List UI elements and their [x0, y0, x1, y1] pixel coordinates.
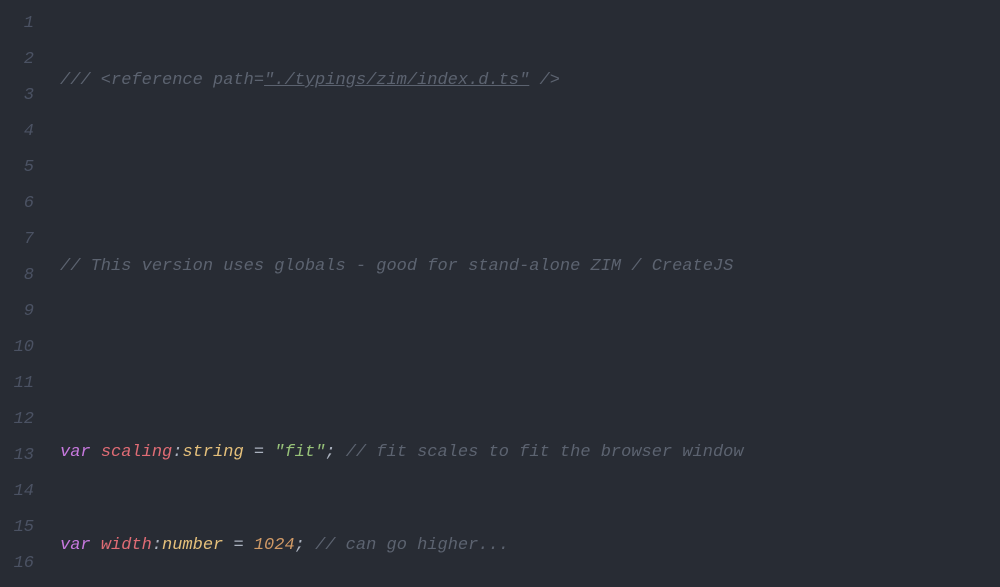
line-number: 13: [0, 438, 46, 474]
line-number: 15: [0, 510, 46, 546]
line-number: 4: [0, 114, 46, 150]
code-line[interactable]: /// <reference path="./typings/zim/index…: [60, 63, 1000, 99]
line-number: 12: [0, 402, 46, 438]
line-number: 8: [0, 258, 46, 294]
comment: // can go higher...: [315, 536, 509, 555]
number-literal: 1024: [254, 536, 295, 555]
comment: /// <reference path=: [60, 71, 264, 90]
line-number: 1: [0, 6, 46, 42]
comment: // This version uses globals - good for …: [60, 257, 733, 276]
line-number: 16: [0, 546, 46, 582]
line-number: 11: [0, 366, 46, 402]
identifier: width: [101, 536, 152, 555]
code-line[interactable]: var width:number = 1024; // can go highe…: [60, 528, 1000, 564]
line-number: 6: [0, 186, 46, 222]
comment: />: [529, 71, 560, 90]
comment: // fit scales to fit the browser window: [346, 443, 744, 462]
line-number: 3: [0, 78, 46, 114]
code-editor[interactable]: 1 2 3 4 5 6 7 8 9 10 11 12 13 14 15 16 /…: [0, 0, 1000, 587]
type: string: [182, 443, 243, 462]
line-number: 14: [0, 474, 46, 510]
line-number: 9: [0, 294, 46, 330]
code-line[interactable]: [60, 342, 1000, 378]
line-number: 5: [0, 150, 46, 186]
keyword-var: var: [60, 536, 91, 555]
code-line[interactable]: var scaling:string = "fit"; // fit scale…: [60, 435, 1000, 471]
reference-path: "./typings/zim/index.d.ts": [264, 71, 529, 90]
line-number: 2: [0, 42, 46, 78]
line-number: 7: [0, 222, 46, 258]
type: number: [162, 536, 223, 555]
line-number-gutter: 1 2 3 4 5 6 7 8 9 10 11 12 13 14 15 16: [0, 0, 46, 587]
identifier: scaling: [101, 443, 172, 462]
code-line[interactable]: // This version uses globals - good for …: [60, 249, 1000, 285]
line-number: 10: [0, 330, 46, 366]
code-line[interactable]: [60, 156, 1000, 192]
string-literal: "fit": [274, 443, 325, 462]
keyword-var: var: [60, 443, 91, 462]
code-area[interactable]: /// <reference path="./typings/zim/index…: [46, 0, 1000, 587]
